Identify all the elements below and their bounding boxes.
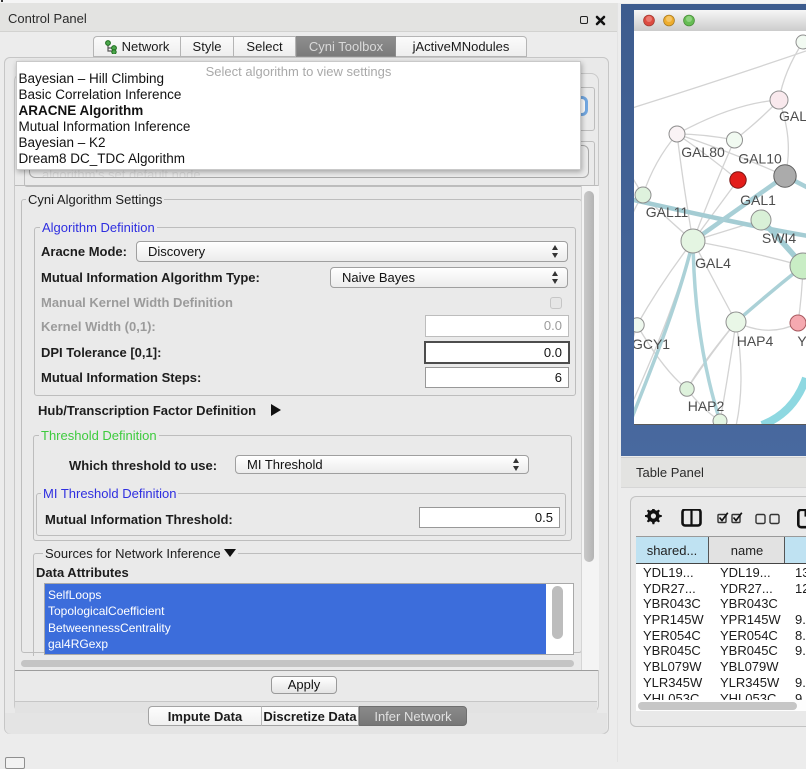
- svg-text:SWI4: SWI4: [762, 230, 796, 246]
- svg-text:HAP4: HAP4: [737, 333, 774, 349]
- svg-text:GAL: GAL: [779, 108, 806, 124]
- svg-text:GAL11: GAL11: [646, 204, 689, 220]
- svg-text:Y: Y: [797, 333, 806, 349]
- svg-text:HAP2: HAP2: [688, 398, 725, 414]
- svg-text:GAL1: GAL1: [740, 192, 776, 208]
- svg-text:GAL80: GAL80: [681, 144, 725, 160]
- svg-text:GAL10: GAL10: [738, 151, 782, 167]
- svg-text:GAL4: GAL4: [695, 255, 731, 271]
- svg-text:GCY1: GCY1: [634, 336, 670, 352]
